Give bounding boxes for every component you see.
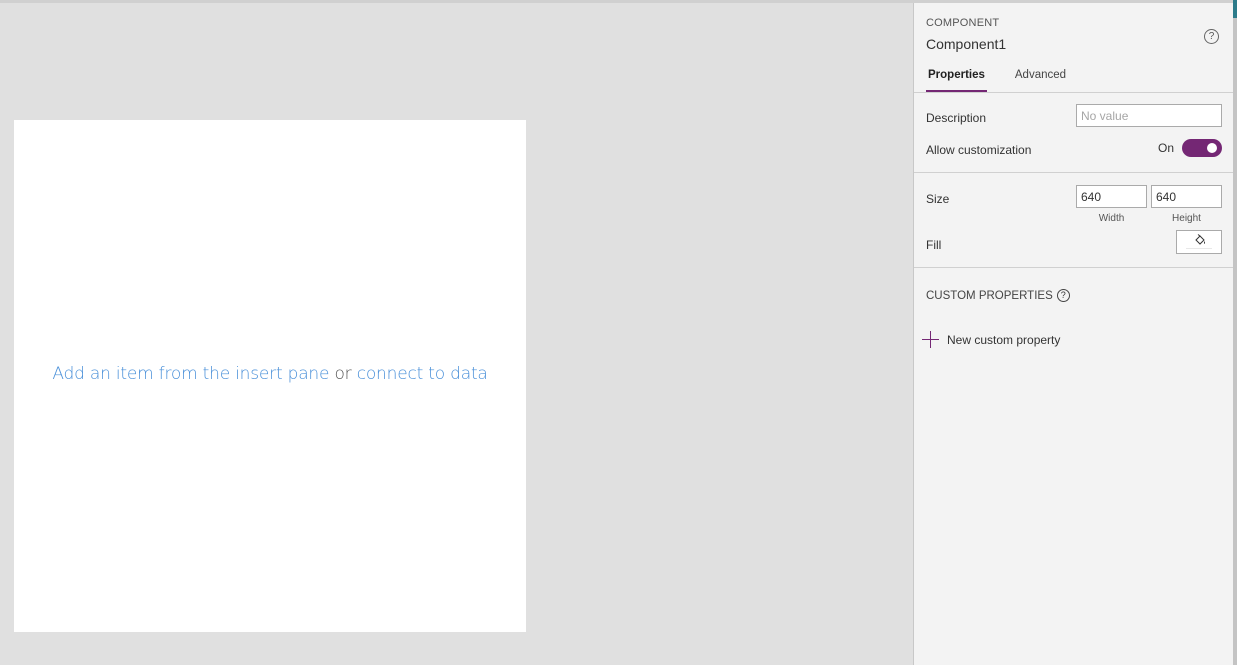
tab-properties[interactable]: Properties [926,69,987,93]
allow-customization-label: Allow customization [926,143,1032,157]
toggle-knob [1207,143,1217,153]
description-label: Description [926,111,987,125]
fill-color-picker[interactable] [1176,230,1222,254]
or-text: or [334,364,352,384]
new-custom-property-button[interactable]: New custom property [922,331,1060,348]
help-icon[interactable]: ? [1056,289,1070,302]
allow-customization-toggle[interactable] [1182,139,1222,157]
properties-panel: COMPONENT Component1 ? Properties Advanc… [913,3,1234,665]
height-caption: Height [1172,213,1201,224]
plus-icon [922,331,939,348]
custom-properties-title: CUSTOM PROPERTIES [926,289,1053,302]
help-icon[interactable]: ? [1204,29,1219,44]
panel-kind-label: COMPONENT [926,17,1000,29]
paint-bucket-icon [1195,234,1205,245]
width-caption: Width [1098,213,1125,224]
panel-scroll-edge [1233,0,1237,665]
divider [914,172,1234,173]
width-input[interactable]: 640 [1076,185,1147,208]
empty-canvas-message: Add an item from the insert pane or conn… [14,364,526,384]
insert-pane-link[interactable]: Add an item from the insert pane [52,364,329,384]
component-canvas[interactable]: Add an item from the insert pane or conn… [14,120,526,632]
custom-properties-header: CUSTOM PROPERTIES ? [926,289,1070,302]
description-input[interactable]: No value [1076,104,1222,127]
size-label: Size [926,192,950,206]
height-input[interactable]: 640 [1151,185,1222,208]
divider [914,92,1234,93]
toggle-state-text: On [1158,141,1175,155]
component-name[interactable]: Component1 [926,36,1006,52]
fill-label: Fill [926,238,942,252]
design-canvas-area[interactable]: Add an item from the insert pane or conn… [0,3,913,665]
panel-tabs: Properties Advanced [926,69,1094,93]
fill-color-bar [1186,248,1212,250]
new-custom-property-label: New custom property [947,332,1061,347]
tab-advanced[interactable]: Advanced [1013,69,1068,91]
connect-data-link[interactable]: connect to data [357,364,488,384]
divider [914,267,1234,268]
